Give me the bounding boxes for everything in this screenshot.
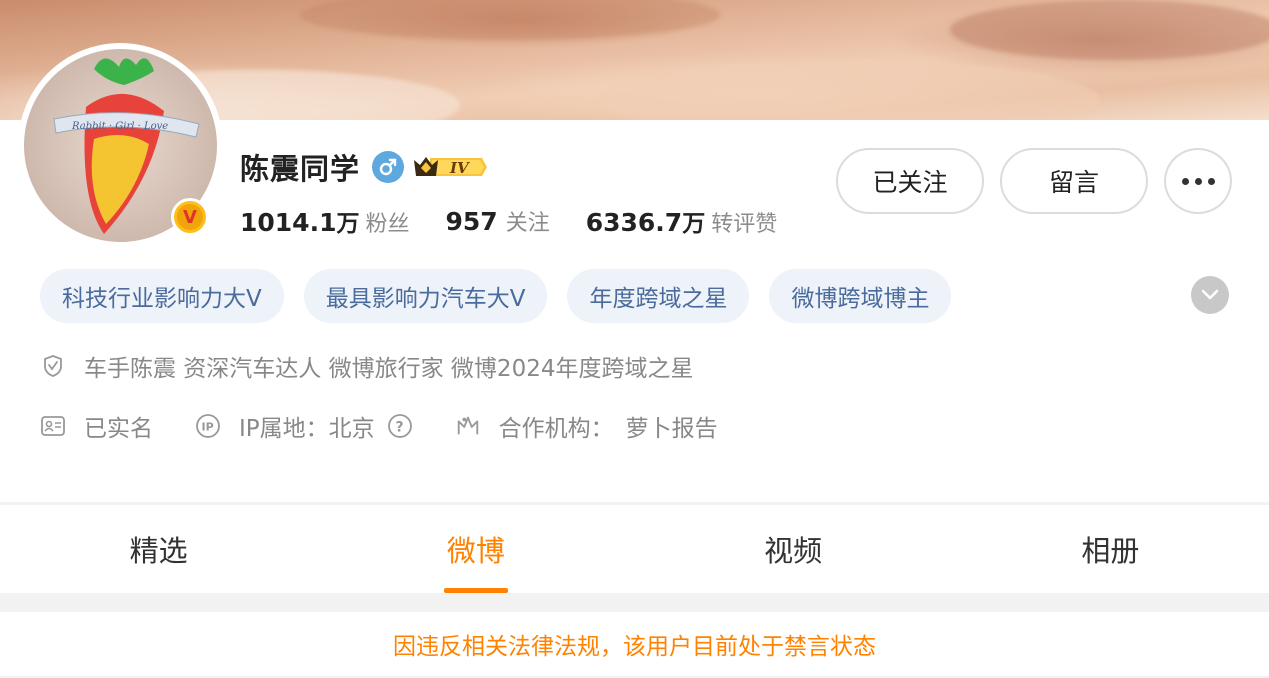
tag-item[interactable]: 年度跨域之星 <box>567 269 750 323</box>
more-icon <box>1181 177 1215 185</box>
male-icon <box>372 151 405 183</box>
svg-text:?: ? <box>395 420 403 436</box>
user-name: 陈震同学 <box>240 152 361 186</box>
following-stat[interactable]: 957 关注 <box>446 205 550 237</box>
tab-video[interactable]: 视频 <box>635 505 952 593</box>
tab-album[interactable]: 相册 <box>952 505 1269 593</box>
level-badge-icon[interactable]: IV <box>412 152 488 182</box>
verified-badge: V <box>171 198 209 236</box>
message-button[interactable]: 留言 <box>1000 148 1148 214</box>
tab-weibo[interactable]: 微博 <box>317 505 634 593</box>
name-row: 陈震同学 IV <box>240 147 488 187</box>
ip-icon: IP <box>195 413 221 439</box>
likes-stat[interactable]: 6336.7 万转评赞 <box>586 204 778 238</box>
more-button[interactable] <box>1164 148 1232 214</box>
honor-tags: 科技行业影响力大V 最具影响力汽车大V 年度跨域之星 微博跨域博主 <box>40 269 952 323</box>
question-icon[interactable]: ? <box>387 413 413 439</box>
svg-text:IP: IP <box>202 421 214 434</box>
description-text: 车手陈震 资深汽车达人 微博旅行家 微博2024年度跨域之星 <box>84 356 694 382</box>
meta-info: 已实名 IP IP属地： 北京 ? 合作机构： 萝卜报告 <box>40 408 760 444</box>
svg-text:IV: IV <box>449 159 470 177</box>
chevron-down-icon[interactable] <box>1191 276 1229 314</box>
ban-notice: 因违反相关法律法规，该用户目前处于禁言状态 <box>0 612 1269 676</box>
verified-description: 车手陈震 资深汽车达人 微博旅行家 微博2024年度跨域之星 <box>40 348 693 384</box>
tab-featured[interactable]: 精选 <box>0 505 317 593</box>
tag-item[interactable]: 微博跨域博主 <box>769 269 952 323</box>
stats-row: 1014.1 万粉丝 957 关注 6336.7 万转评赞 <box>240 203 813 239</box>
ip-location-item: IP IP属地： 北京 ? <box>195 409 413 443</box>
tag-item[interactable]: 最具影响力汽车大V <box>303 269 548 323</box>
agency-item[interactable]: 合作机构： 萝卜报告 <box>455 409 718 443</box>
following-button[interactable]: 已关注 <box>836 148 984 214</box>
agency-icon <box>455 413 481 439</box>
id-card-icon <box>40 413 66 439</box>
tag-item[interactable]: 科技行业影响力大V <box>40 269 284 323</box>
realname-item: 已实名 <box>40 409 153 443</box>
fans-stat[interactable]: 1014.1 万粉丝 <box>240 204 410 238</box>
shield-icon <box>40 353 66 379</box>
svg-text:Rabbit · Girl · Love: Rabbit · Girl · Love <box>71 121 168 132</box>
profile-tabs: 精选 微博 视频 相册 <box>0 505 1269 593</box>
